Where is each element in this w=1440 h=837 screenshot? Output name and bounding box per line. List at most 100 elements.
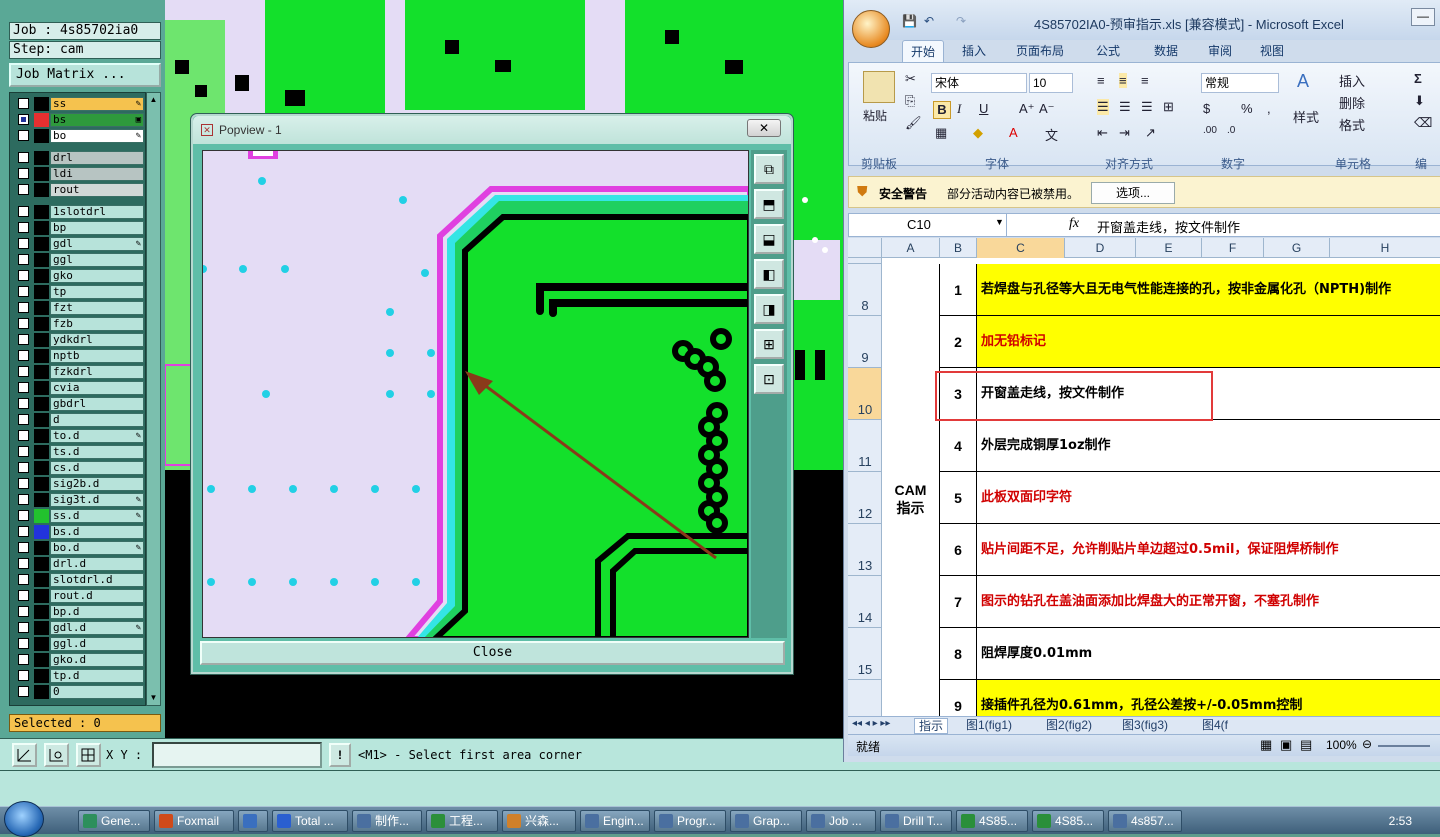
popview-canvas[interactable] (202, 150, 749, 638)
layer-row[interactable]: sig2b.d (14, 477, 144, 491)
layer-name[interactable]: ggl.d (50, 637, 144, 651)
layer-row[interactable]: tp.d (14, 669, 144, 683)
taskbar-button[interactable]: Job ... (806, 810, 876, 832)
layer-name[interactable]: gdl.d ✎ (50, 621, 144, 635)
view-pagebreak-icon[interactable]: ▤ (1300, 737, 1312, 753)
tab-4[interactable]: 数据 (1146, 40, 1186, 62)
layer-row[interactable]: to.d ✎ (14, 429, 144, 443)
close-icon[interactable]: ✕ (747, 119, 781, 137)
layer-name[interactable]: rout.d (50, 589, 144, 603)
sheet-tab[interactable]: 图2(fig2) (1042, 718, 1096, 734)
comma-icon[interactable]: , (1267, 101, 1271, 116)
underline-icon[interactable]: U (979, 101, 988, 116)
layer-color-swatch[interactable] (34, 205, 49, 219)
layer-row[interactable]: rout (14, 183, 144, 197)
cell-c[interactable]: 阻焊厚度0.01mm (977, 628, 1440, 680)
layer-checkbox[interactable] (18, 670, 29, 681)
italic-icon[interactable]: I (957, 101, 961, 117)
taskbar-button[interactable]: Grap... (730, 810, 802, 832)
text-orientation-icon[interactable]: ↗ (1145, 125, 1156, 141)
tab-2[interactable]: 页面布局 (1008, 40, 1072, 62)
layer-checkbox[interactable] (18, 430, 29, 441)
layer-checkbox[interactable] (18, 270, 29, 281)
layer-row[interactable]: slotdrl.d (14, 573, 144, 587)
layer-checkbox[interactable] (18, 574, 29, 585)
layer-checkbox[interactable] (18, 350, 29, 361)
layer-row[interactable]: cs.d (14, 461, 144, 475)
taskbar-button[interactable]: 制作... (352, 810, 422, 832)
layer-checkbox[interactable] (18, 286, 29, 297)
formula-input[interactable]: 开窗盖走线，按文件制作 (1097, 217, 1240, 236)
layer-color-swatch[interactable] (34, 493, 49, 507)
layer-name[interactable]: slotdrl.d (50, 573, 144, 587)
name-box[interactable]: C10 (849, 214, 1007, 236)
row-header[interactable]: 9 (848, 316, 882, 368)
redo-icon[interactable]: ↷ (956, 14, 966, 28)
layer-checkbox[interactable] (18, 206, 29, 217)
layer-row[interactable]: drl (14, 151, 144, 165)
layer-checkbox[interactable] (18, 638, 29, 649)
layer-name[interactable]: drl.d (50, 557, 144, 571)
align-top-icon[interactable]: ≡ (1097, 73, 1105, 88)
layer-checkbox[interactable] (18, 238, 29, 249)
layer-name[interactable]: nptb (50, 349, 144, 363)
layer-name[interactable]: gko (50, 269, 144, 283)
insert-cells-button[interactable]: 插入 (1339, 71, 1365, 90)
column-header[interactable]: G (1264, 238, 1330, 258)
layer-row[interactable]: gdl.d ✎ (14, 621, 144, 635)
layer-name[interactable]: rout (50, 183, 144, 197)
move-down-icon[interactable]: ⬓ (754, 224, 784, 254)
shrink-font-icon[interactable]: A⁻ (1039, 101, 1055, 117)
cell-b[interactable]: 5 (940, 472, 977, 524)
layer-color-swatch[interactable] (34, 221, 49, 235)
layer-row[interactable]: ydkdrl (14, 333, 144, 347)
layer-row[interactable]: rout.d (14, 589, 144, 603)
office-button[interactable] (852, 10, 890, 48)
layer-color-swatch[interactable] (34, 429, 49, 443)
layer-row[interactable]: ss ✎ (14, 97, 144, 111)
exclaim-button[interactable]: ! (329, 743, 351, 767)
increase-decimal-icon[interactable]: .00 (1203, 125, 1217, 136)
layer-row[interactable]: bp.d (14, 605, 144, 619)
cut-icon[interactable]: ✂ (905, 71, 916, 87)
increase-indent-icon[interactable]: ⇥ (1119, 125, 1130, 141)
layer-name[interactable]: sig2b.d (50, 477, 144, 491)
layer-checkbox[interactable] (18, 686, 29, 697)
format-cells-button[interactable]: 格式 (1339, 115, 1365, 134)
layer-color-swatch[interactable] (34, 525, 49, 539)
layer-checkbox[interactable] (18, 510, 29, 521)
layer-color-swatch[interactable] (34, 573, 49, 587)
layer-color-swatch[interactable] (34, 317, 49, 331)
merge-center-icon[interactable]: ⊞ (1163, 99, 1174, 115)
layer-row[interactable]: ss.d ✎ (14, 509, 144, 523)
layer-color-swatch[interactable] (34, 413, 49, 427)
bold-icon[interactable]: B (933, 101, 951, 119)
layer-name[interactable]: d (50, 413, 144, 427)
taskbar-button[interactable]: 工程... (426, 810, 498, 832)
layer-name[interactable]: bp (50, 221, 144, 235)
zoom-out-icon[interactable]: ⊡ (754, 364, 784, 394)
font-name-select[interactable]: 宋体 (931, 73, 1027, 93)
taskbar-button[interactable]: Foxmail (154, 810, 234, 832)
grid-icon[interactable] (76, 743, 101, 767)
tab-0[interactable]: 开始 (902, 40, 945, 62)
align-center-icon[interactable]: ☰ (1119, 99, 1131, 115)
sheet-tab[interactable]: 图4(f (1198, 718, 1232, 734)
layer-checkbox[interactable] (18, 168, 29, 179)
layer-row[interactable]: ggl.d (14, 637, 144, 651)
layer-color-swatch[interactable] (34, 253, 49, 267)
layer-color-swatch[interactable] (34, 97, 49, 111)
column-header[interactable]: D (1065, 238, 1136, 258)
taskbar-button[interactable]: Drill T... (880, 810, 952, 832)
layer-color-swatch[interactable] (34, 285, 49, 299)
close-button[interactable]: Close (200, 641, 785, 665)
popview-titlebar[interactable]: ✕ Popview - 1 ✕ (193, 116, 791, 144)
layer-name[interactable]: ss ✎ (50, 97, 144, 111)
layer-row[interactable]: gbdrl (14, 397, 144, 411)
taskbar-button[interactable]: Gene... (78, 810, 150, 832)
layer-name[interactable]: fzkdrl (50, 365, 144, 379)
move-left-icon[interactable]: ◧ (754, 259, 784, 289)
cell-c[interactable]: 贴片间距不足，允许削贴片单边超过0.5mil，保证阻焊桥制作 (977, 524, 1440, 576)
layer-color-swatch[interactable] (34, 333, 49, 347)
layer-color-swatch[interactable] (34, 113, 49, 127)
